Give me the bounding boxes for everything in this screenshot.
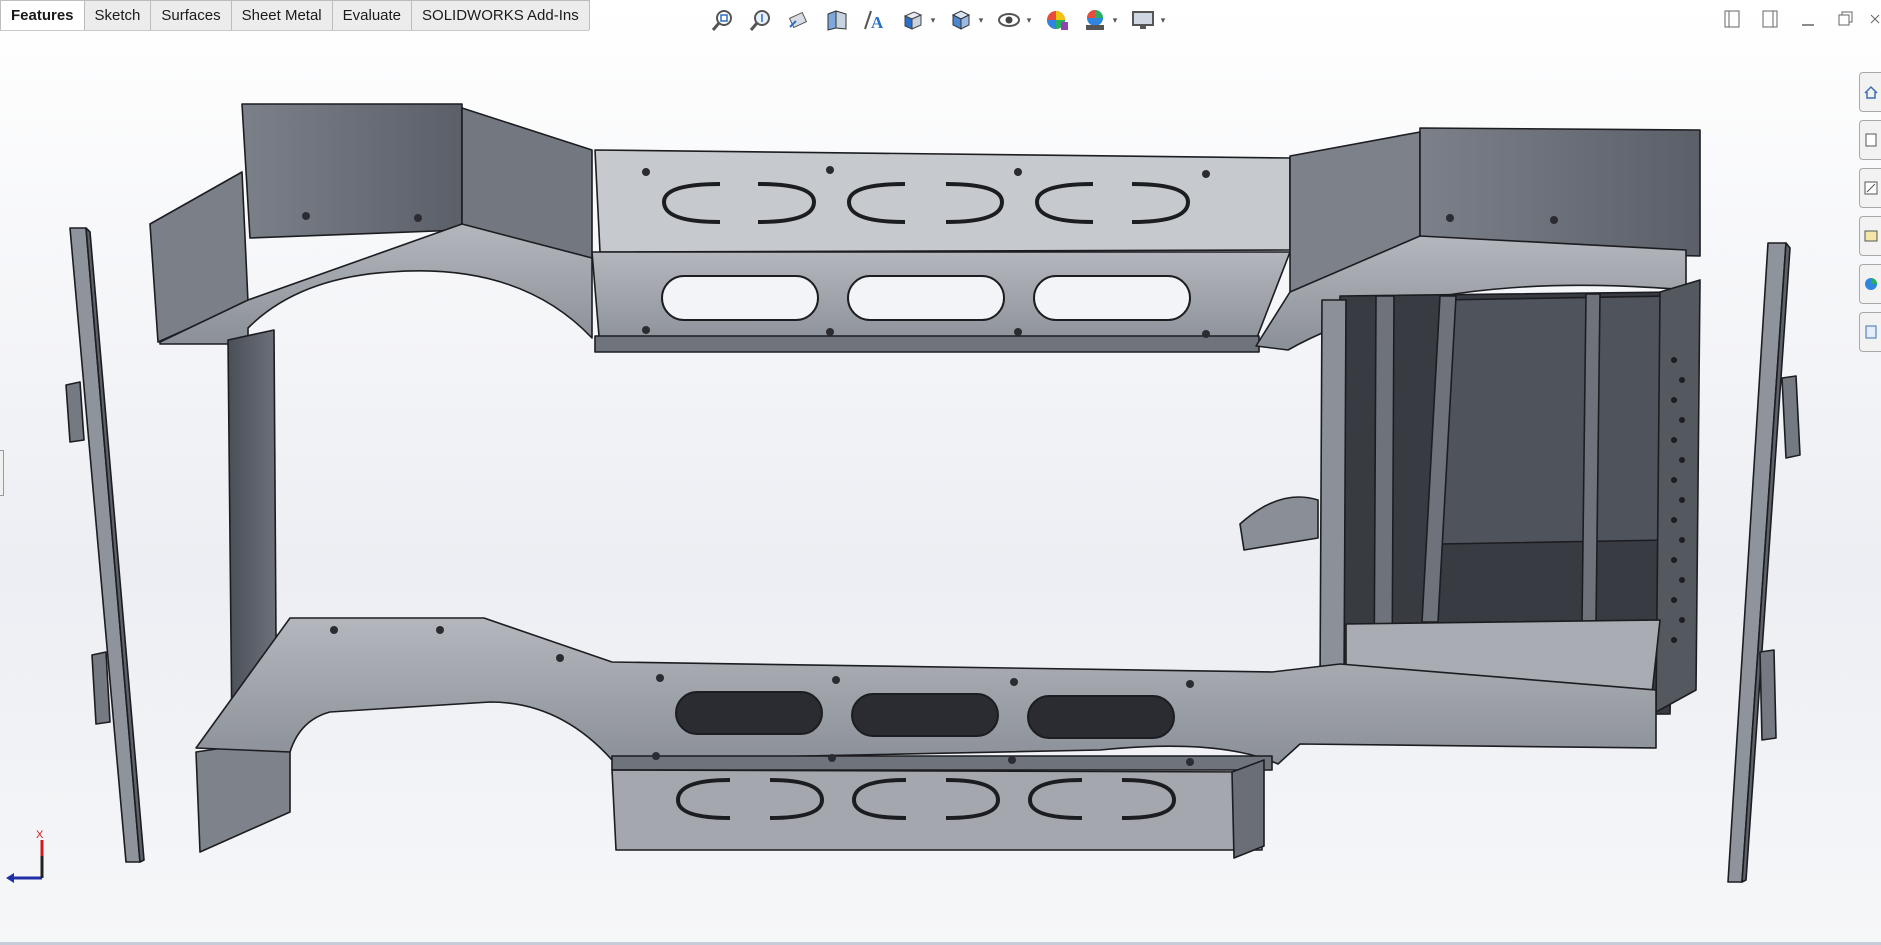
view-settings-icon[interactable] [1126,4,1160,36]
view-palette-icon[interactable] [1859,216,1881,256]
triad-x-label: X [36,829,44,841]
sheet-metal-assembly[interactable] [65,103,1801,883]
minimize-icon[interactable] [1793,6,1823,32]
chevron-down-icon[interactable]: ▾ [1110,4,1120,36]
zoom-to-fit-icon[interactable] [706,4,740,36]
tile-right-icon[interactable] [1755,6,1785,32]
home-icon[interactable] [1859,72,1881,112]
display-style-icon[interactable] [944,4,978,36]
right-box-left-wall [1319,299,1347,689]
svg-text:A: A [871,13,884,32]
file-explorer-icon[interactable] [1859,168,1881,208]
upper-left-wall [241,103,463,239]
upper-mid-front-lip [594,335,1260,353]
upper-mid-back-wall [594,149,1291,253]
design-library-icon[interactable] [1859,120,1881,160]
task-pane-tabs [1859,72,1881,352]
lower-channel-end [1231,759,1265,859]
zoom-to-area-icon[interactable] [744,4,778,36]
restore-icon[interactable] [1831,6,1861,32]
tile-left-icon[interactable] [1717,6,1747,32]
right-box-end-wall [1655,279,1701,713]
chevron-down-icon[interactable]: ▾ [928,4,938,36]
lower-left-flange [195,737,291,853]
upper-oval-cutouts [661,275,1191,321]
view-orientation-icon[interactable] [896,4,930,36]
edit-appearance-icon[interactable] [1040,4,1074,36]
chevron-down-icon[interactable]: ▾ [1158,4,1168,36]
window-controls [1717,6,1881,32]
right-side-plate[interactable] [1727,242,1801,883]
chevron-down-icon[interactable]: ▾ [976,4,986,36]
left-side-plate[interactable] [65,227,145,863]
tab-features[interactable]: Features [0,0,85,30]
right-box-back [1439,295,1671,545]
section-view-icon[interactable] [820,4,854,36]
dynamic-annotation-icon[interactable]: A [858,4,892,36]
graphics-area[interactable] [0,40,1860,940]
heads-up-view-toolbar: A ▾ ▾ ▾ ▾ ▾ [706,3,1170,37]
apply-scene-icon[interactable] [1078,4,1112,36]
tab-sheet-metal[interactable]: Sheet Metal [230,0,333,30]
custom-properties-icon[interactable] [1859,312,1881,352]
reference-triad: X [6,829,44,883]
lower-floor-front-lip [611,755,1273,771]
tab-solidworks-add-ins[interactable]: SOLIDWORKS Add-Ins [411,0,590,30]
tab-evaluate[interactable]: Evaluate [331,0,413,30]
lower-oval-cutouts [675,691,1175,739]
side-bracket[interactable] [1239,496,1319,551]
tab-surfaces[interactable]: Surfaces [150,0,232,30]
upper-right-back-wall [1419,127,1701,257]
hide-show-items-icon[interactable] [992,4,1026,36]
tab-sketch[interactable]: Sketch [83,0,152,30]
command-manager-tabs: Features Sketch Surfaces Sheet Metal Evaluat… [0,0,590,31]
appearances-icon[interactable] [1859,264,1881,304]
chevron-down-icon[interactable]: ▾ [1024,4,1034,36]
close-icon[interactable] [1869,6,1881,32]
previous-view-icon[interactable] [782,4,816,36]
